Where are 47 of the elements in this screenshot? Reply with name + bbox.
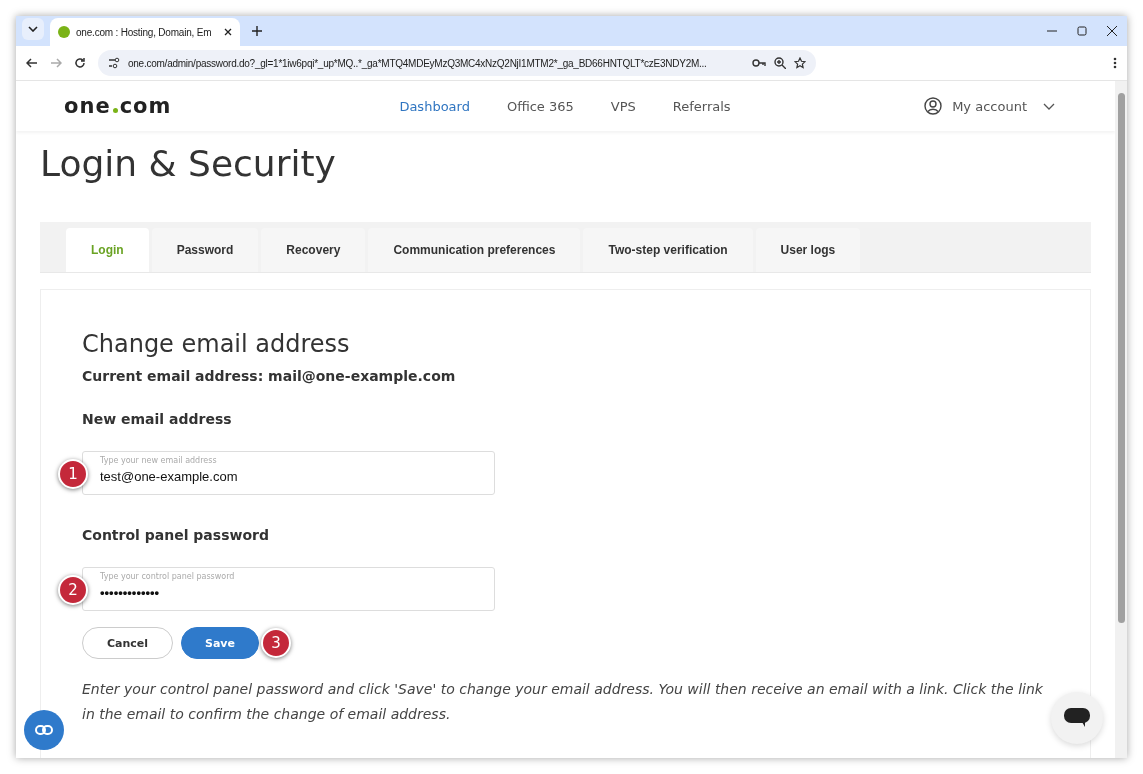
site-settings-icon[interactable] — [108, 57, 120, 69]
tab[interactable]: Two-step verification — [583, 228, 753, 272]
browser-tab[interactable]: one.com : Hosting, Domain, Em — [50, 18, 240, 46]
star-icon[interactable] — [794, 57, 806, 69]
nav-link[interactable]: Dashboard — [399, 98, 470, 114]
tab[interactable]: Communication preferences — [368, 228, 581, 272]
tab[interactable]: Recovery — [261, 228, 366, 272]
user-icon[interactable] — [924, 97, 943, 115]
menu-icon[interactable] — [1113, 57, 1117, 69]
close-window-icon[interactable] — [1107, 26, 1117, 36]
key-icon[interactable] — [752, 58, 766, 68]
step-marker: 2 — [58, 575, 88, 605]
page-title: Login & Security — [40, 143, 337, 184]
plus-icon — [252, 26, 262, 36]
maximize-icon[interactable] — [1077, 26, 1087, 36]
password-field[interactable]: Type your control panel password ••••••••••••• — [82, 567, 495, 611]
tab[interactable]: User logs — [755, 228, 861, 272]
tab-list-button[interactable] — [22, 18, 44, 40]
instruction-text: Enter your control panel password and click 'Save' to change your email address. You will then receive an email with a link. Click the link in the email to confirm the change of email address. — [82, 680, 1044, 724]
zoom-icon[interactable] — [774, 57, 786, 69]
current-email: Current email address: mail@one-example.com — [82, 368, 457, 384]
nav-link[interactable]: Office 365 — [506, 98, 574, 114]
address-bar[interactable]: one.com/admin/password.do?_gl=1*1iw6pqi*_up*MQ..*_ga*MTQ4MDEyMzQ3MC4xNzQ2NjI1MTM2*_ga_BD66HNTQLT*czE3NDY2M... — [98, 50, 816, 76]
section-heading: Change email address — [82, 330, 351, 358]
email-field[interactable]: Type your new email address test@one-example.com — [82, 451, 495, 495]
chevron-down-icon — [28, 26, 38, 32]
tab[interactable]: Password — [151, 228, 259, 272]
close-icon[interactable] — [224, 28, 232, 36]
site-logo[interactable]: one com — [64, 94, 172, 118]
back-icon[interactable] — [26, 57, 38, 69]
reload-icon[interactable] — [74, 57, 86, 69]
scrollbar[interactable] — [1115, 81, 1127, 758]
nav-link[interactable]: VPS — [610, 98, 636, 114]
account-menu[interactable]: My account — [952, 98, 1027, 114]
step-marker: 3 — [261, 628, 291, 658]
save-button[interactable]: Save — [181, 627, 259, 659]
cancel-button[interactable]: Cancel — [82, 627, 173, 659]
field-label: Control panel password — [82, 527, 270, 543]
chevron-down-icon[interactable] — [1043, 102, 1055, 110]
step-marker: 1 — [58, 459, 88, 489]
accessibility-button[interactable] — [24, 710, 64, 750]
favicon-icon — [58, 26, 70, 38]
nav-link[interactable]: Referrals — [672, 98, 731, 114]
field-label: New email address — [82, 411, 233, 427]
chat-bubble-icon — [1064, 708, 1090, 728]
chat-button[interactable] — [1051, 692, 1103, 744]
link-icon — [35, 725, 53, 735]
